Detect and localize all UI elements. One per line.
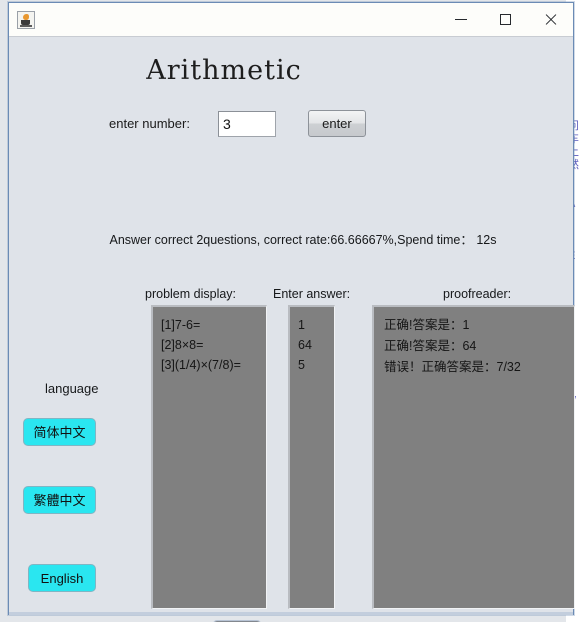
answers-row: 5	[298, 358, 305, 372]
maximize-button[interactable]	[483, 3, 528, 36]
maximize-icon	[500, 14, 511, 25]
enter-number-label: enter number:	[109, 116, 190, 131]
problems-row: [1]7-6=	[161, 318, 201, 332]
enter-answer-panel[interactable]: 1 64 5	[288, 305, 335, 609]
close-button[interactable]	[528, 3, 573, 36]
problems-row: [3](1/4)×(7/8)=	[161, 358, 241, 372]
java-icon-saucer	[20, 24, 32, 27]
minimize-button[interactable]	[438, 3, 483, 36]
language-button-english[interactable]: English	[28, 564, 96, 592]
window-bottom-edge	[9, 612, 573, 615]
window-controls	[438, 3, 573, 36]
enter-button[interactable]: enter	[307, 110, 366, 137]
proofreader-row: 正确!答案是：64	[384, 339, 477, 353]
proofreader-header: proofreader:	[443, 287, 512, 301]
proofreader-panel[interactable]: 正确!答案是：1 正确!答案是：64 错误！正确答案是：7/32	[372, 305, 575, 609]
close-icon	[544, 13, 557, 26]
java-coffee-cup-icon	[17, 10, 35, 29]
problems-row: [2]8×8=	[161, 338, 204, 352]
status-text: Answer correct 2questions, correct rate:…	[109, 233, 497, 247]
number-input[interactable]	[217, 110, 276, 137]
title-bar	[9, 3, 573, 37]
page-title: Arithmetic	[146, 55, 302, 86]
problem-display-panel[interactable]: [1]7-6= [2]8×8= [3](1/4)×(7/8)=	[151, 305, 267, 609]
client-area: Arithmetic enter number: enter Answer co…	[9, 37, 575, 622]
screen: 问车上然neAe1pEpnenoasetew	[0, 0, 588, 622]
proofreader-row: 错误！正确答案是：7/32	[384, 360, 521, 374]
problem-display-header: problem display:	[145, 287, 237, 301]
language-button-traditional-chinese[interactable]: 繁體中文	[23, 486, 96, 514]
application-window: Arithmetic enter number: enter Answer co…	[8, 2, 575, 622]
minimize-icon	[454, 19, 467, 20]
answers-row: 64	[298, 338, 312, 352]
proofreader-row: 正确!答案是：1	[384, 318, 470, 332]
enter-answer-header: Enter answer:	[273, 287, 351, 301]
language-button-simplified-chinese[interactable]: 简体中文	[23, 418, 96, 446]
java-icon-steam	[23, 13, 29, 20]
language-label: language	[45, 381, 99, 396]
enter-number-row: enter number: enter	[109, 110, 366, 137]
answers-row: 1	[298, 318, 305, 332]
